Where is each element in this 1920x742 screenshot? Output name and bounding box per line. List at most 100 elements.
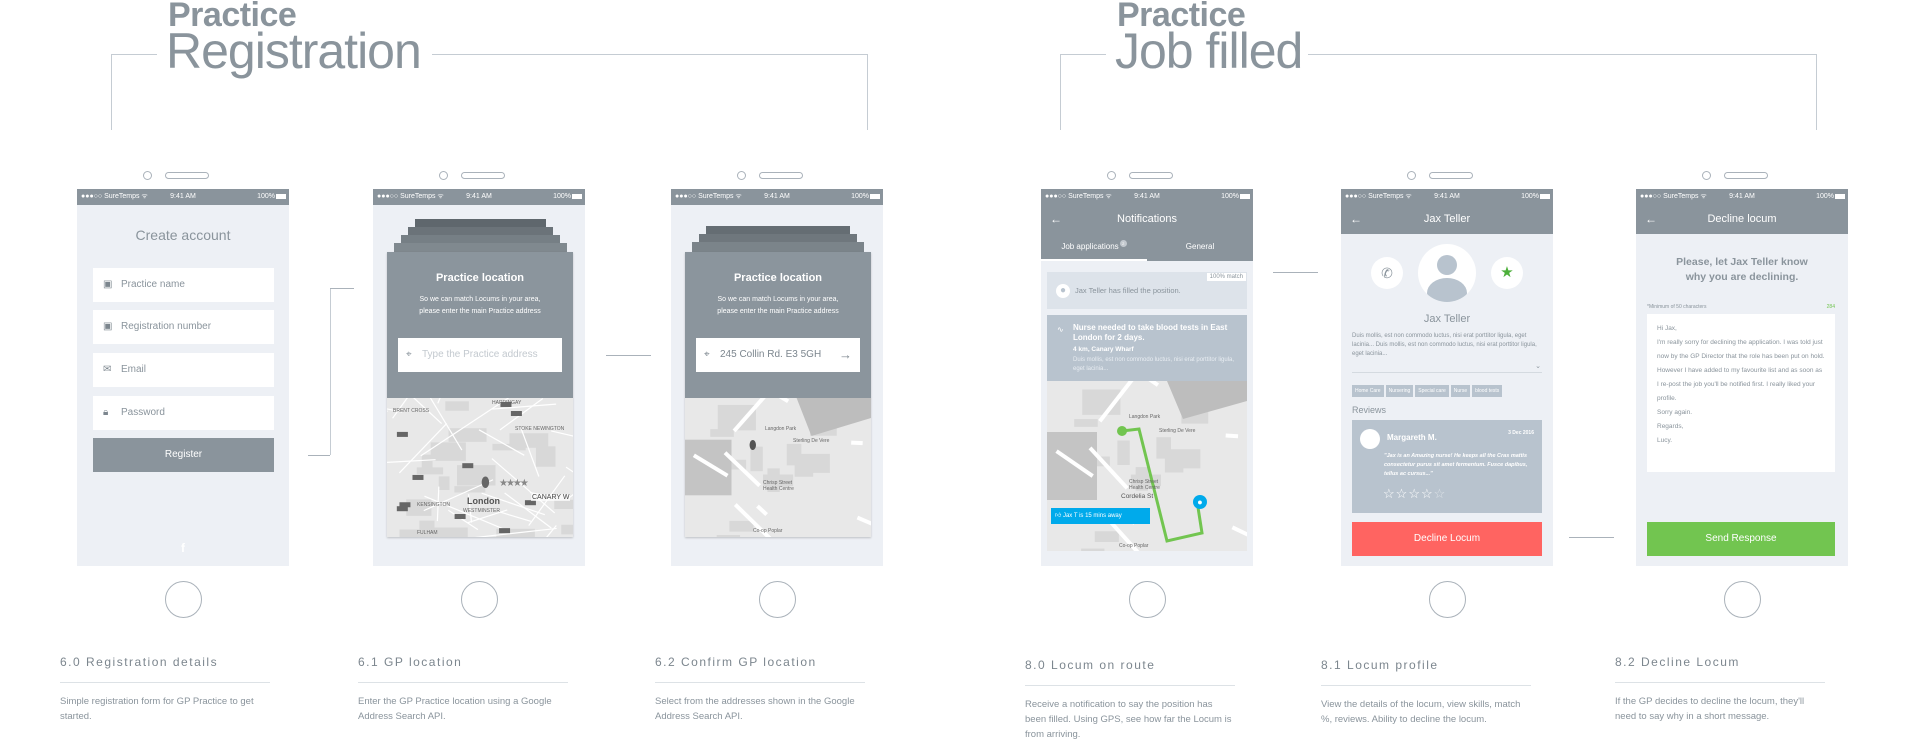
map-label: STOKE NEWINGTON [515,426,565,432]
home-button [165,581,202,618]
back-arrow-icon[interactable]: ← [1050,205,1062,234]
map-roads [387,398,573,537]
map-label: CANARY W [531,494,571,501]
job-card[interactable]: ∿ Nurse needed to take blood tests in Ea… [1047,315,1247,551]
avatar-icon: ● [1056,284,1070,298]
skill-tag: blood tests [1472,385,1503,397]
caption-divider [1615,682,1825,683]
location-card: Practice location So we can match Locums… [685,252,871,537]
divider [1352,372,1542,373]
caption-description: Simple registration form for GP Practice… [60,696,254,722]
map-label: Langdon Park [765,426,797,432]
practice-name-input[interactable]: ▣ Practice name [93,268,274,302]
caption-title: 8.0 Locum on route [1025,658,1156,672]
back-arrow-icon[interactable]: ← [1645,205,1657,234]
home-button [461,581,498,618]
bracket-line [111,54,112,130]
message-textarea[interactable]: Hi Jax, I'm really sorry for declining th… [1647,314,1835,472]
camera-icon [737,171,746,180]
caption-title: 6.2 Confirm GP location [655,655,817,669]
pulse-icon: ∿ [1057,325,1064,334]
route-map[interactable]: Langdon Park Sterling De Vere Chrisp Str… [1047,381,1247,551]
page-title: Create account [135,227,231,243]
skill-tag: Home Care [1352,385,1384,397]
bracket-line [867,54,868,130]
arrow-right-icon[interactable]: → [839,338,852,372]
facebook-icon[interactable]: f [77,541,289,555]
eta-toast: 👍︎ Jax T is 15 mins away [1051,508,1150,524]
phone-icon: ✆ [1381,265,1393,281]
nav-title: Notifications [1117,213,1177,225]
flow-connector [330,288,354,289]
email-input[interactable]: ✉ Email [93,353,274,387]
rating-star-icon: ☆ [1433,486,1447,501]
card-title: Practice location [435,272,525,284]
flow-connector [1569,537,1614,538]
map-roads [685,398,871,537]
star-rating: ☆☆☆☆☆ [1383,486,1446,502]
battery-level: 100% [1816,193,1834,200]
status-bar: ●●●○○ SureTemps ᯤ 9:41 AM 100% [1041,189,1253,205]
character-count: 284 [1826,304,1835,310]
battery-level: 100% [1221,193,1239,200]
map[interactable]: HARRINGAY BRENT CROSS STOKE NEWINGTON Lo… [387,398,573,537]
chevron-down-icon[interactable]: ⌄ [1535,362,1541,370]
reviewer-name: Margareth M. [1387,433,1437,442]
decline-heading: Please, let Jax Teller know why you are d… [1676,256,1808,283]
section-title: Job filled [1115,23,1303,79]
battery-level: 100% [1521,193,1539,200]
placeholder: Password [121,407,165,418]
bracket-line [1060,54,1106,55]
card-subtitle: So we can match Locums in your area, plea… [717,296,839,315]
decline-locum-button[interactable]: Decline Locum [1352,522,1542,556]
battery-icon [276,194,286,199]
route-line [1117,426,1204,543]
job-location: 4 km, Canary Wharf [1073,346,1134,353]
phone-call-button[interactable]: ✆ [1371,257,1403,289]
status-bar: ●●●○○ SureTemps ᯤ 9:41 AM 100% [77,189,289,205]
battery-level: 100% [553,193,571,200]
speaker-icon [1129,172,1173,179]
favourite-star-button[interactable]: ★ [1491,257,1523,289]
tab-job-applications[interactable]: Job applications 2 [1041,234,1147,261]
address-input[interactable]: ⌖ Type the Practice address [398,338,562,372]
caption-divider [1321,685,1531,686]
locum-name: Jax Teller [1423,313,1471,325]
filled-notification[interactable]: 100% match ● Jax Teller has filled the p… [1047,272,1247,309]
map-label: Langdon Park [1129,414,1161,420]
status-bar: ●●●○○ SureTemps ᯤ 9:41 AM 100% [1341,189,1553,205]
skill-tag: Nursering [1385,385,1414,397]
tab-general[interactable]: General [1147,234,1253,261]
speaker-icon [165,172,209,179]
password-input[interactable]: 🔒︎ Password [93,396,274,430]
battery-icon [572,194,582,199]
battery-level: 100% [257,193,275,200]
caption-divider [1025,685,1235,686]
registration-number-input[interactable]: ▣ Registration number [93,310,274,344]
reviews-heading: Reviews [1352,405,1387,415]
map-label: London [467,496,500,506]
send-response-button[interactable]: Send Response [1647,522,1835,556]
skill-tag: Special care [1415,385,1449,397]
map-label: Cordelia St [1121,493,1154,500]
skill-tag: Nurse [1450,385,1471,397]
register-button[interactable]: Register [93,438,274,472]
nav-bar: ← Jax Teller [1341,205,1553,234]
map-pin-icon: ⬮ [749,438,757,452]
thumbs-up-icon: 👍︎ [1055,513,1062,519]
bracket-line [111,54,157,55]
location-card: Practice location So we can match Locums… [387,252,573,537]
map[interactable]: Langdon Park Sterling De Vere Chrisp Str… [685,398,871,537]
tab-bar: Job applications 2 General [1041,234,1253,261]
camera-icon [143,171,152,180]
address-input[interactable]: ⌖ 245 Collin Rd. E3 5GH → [696,338,860,372]
mail-icon: ✉ [103,364,112,375]
screen-confirm-location: ●●●○○ SureTemps ᯤ 9:41 AM 100% Practice lo… [671,189,883,566]
card-title: Practice location [733,272,823,284]
back-arrow-icon[interactable]: ← [1350,205,1362,234]
caption-title: 8.1 Locum profile [1321,658,1439,672]
battery-icon [1835,194,1845,199]
map-label: Sterling De Vere [1159,428,1196,434]
speaker-icon [759,172,803,179]
home-button [1129,581,1166,618]
